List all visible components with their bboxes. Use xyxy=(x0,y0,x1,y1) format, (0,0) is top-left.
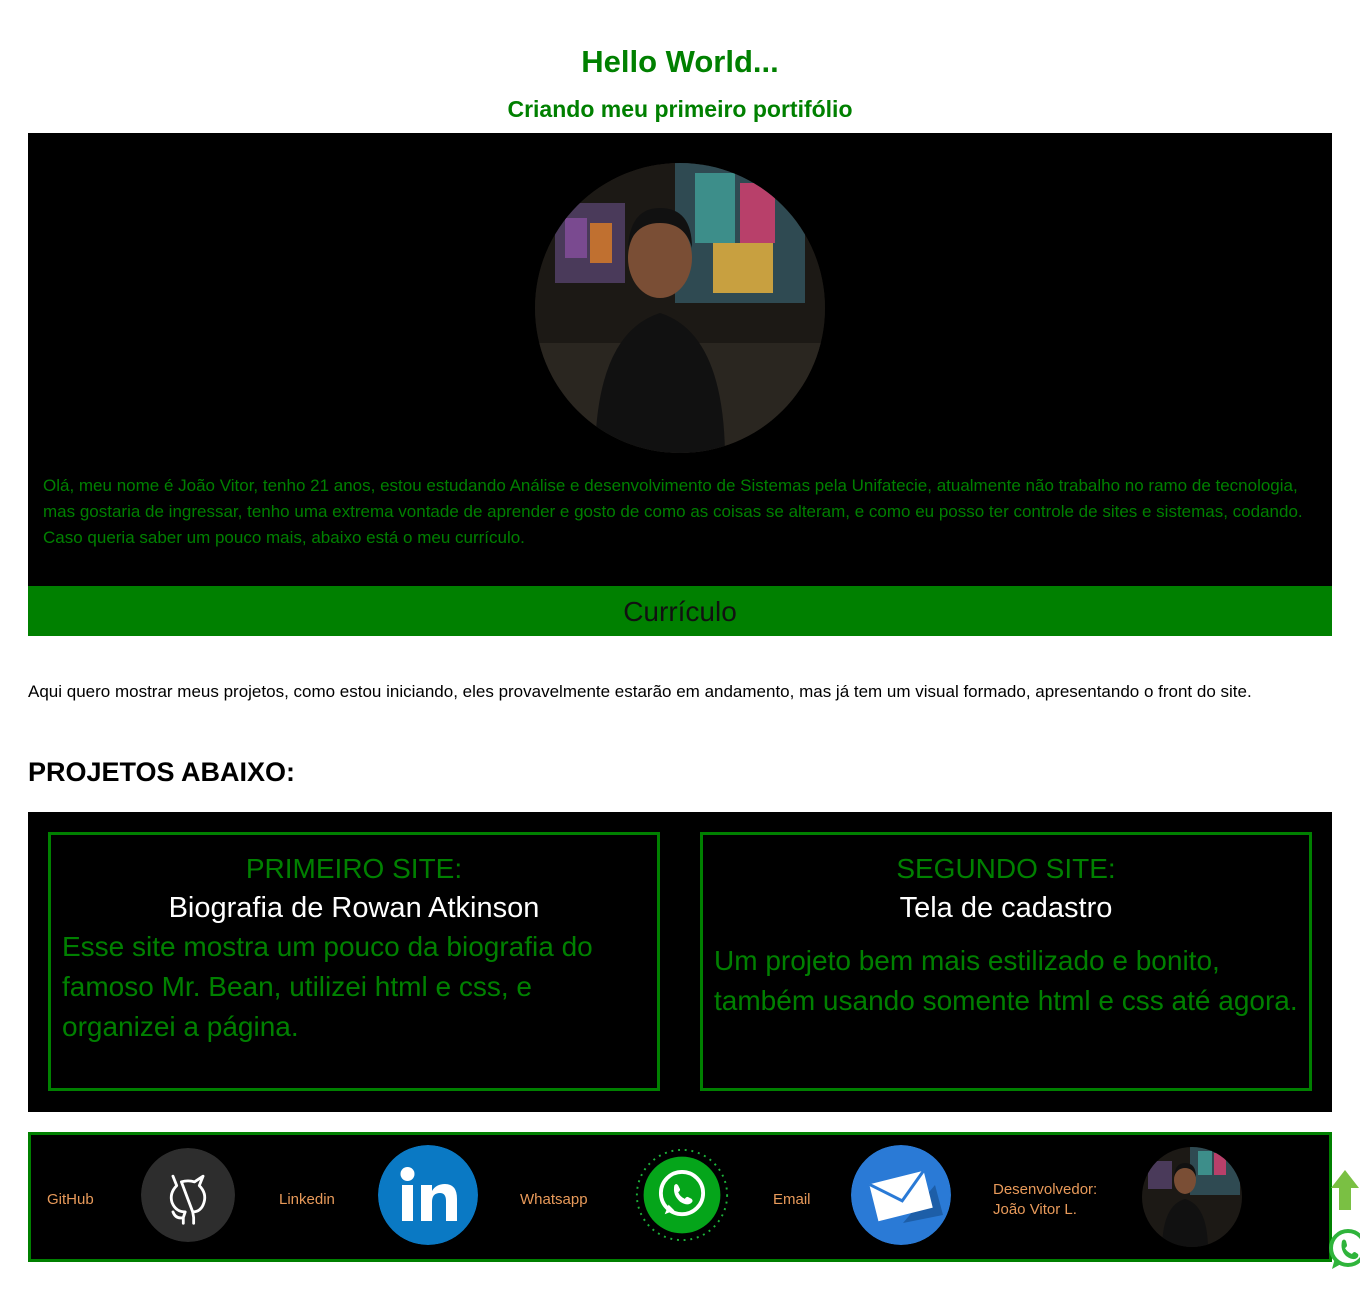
developer-name: João Vitor L. xyxy=(993,1201,1077,1218)
curriculo-bar[interactable]: Currículo xyxy=(28,586,1332,636)
developer-label: Desenvolvedor: xyxy=(993,1181,1098,1198)
page-subtitle: Criando meu primeiro portifólio xyxy=(507,96,853,122)
project-card-description: Um projeto bem mais estilizado e bonito,… xyxy=(714,945,1298,1016)
profile-photo xyxy=(535,163,825,453)
github-icon[interactable] xyxy=(141,1148,235,1242)
project-card-label: SEGUNDO SITE: xyxy=(896,853,1116,884)
project-card-1[interactable]: PRIMEIRO SITE: Biografia de Rowan Atkins… xyxy=(48,832,660,1091)
projects-section: PRIMEIRO SITE: Biografia de Rowan Atkins… xyxy=(28,812,1332,1112)
project-card-label: PRIMEIRO SITE: xyxy=(245,853,463,884)
about-section: Olá, meu nome é João Vitor, tenho 21 ano… xyxy=(28,133,1332,586)
projects-intro: Aqui quero mostrar meus projetos, como e… xyxy=(28,682,1252,701)
project-card-name: Biografia de Rowan Atkinson xyxy=(168,892,540,924)
project-card-name: Tela de cadastro xyxy=(899,892,1113,924)
whatsapp-icon[interactable] xyxy=(634,1147,730,1243)
about-text: Olá, meu nome é João Vitor, tenho 21 ano… xyxy=(43,476,1303,547)
project-card-2[interactable]: SEGUNDO SITE: Tela de cadastro Um projet… xyxy=(700,832,1312,1091)
github-label: GitHub xyxy=(47,1191,94,1208)
projects-heading: PROJETOS ABAIXO: xyxy=(28,757,296,787)
developer-avatar xyxy=(1142,1147,1242,1247)
linkedin-label: Linkedin xyxy=(279,1191,335,1208)
floating-whatsapp-button[interactable] xyxy=(1326,1226,1360,1272)
project-card-description: Esse site mostra um pouco da biografia d… xyxy=(62,931,593,1042)
email-icon[interactable] xyxy=(851,1145,951,1245)
back-to-top-button[interactable] xyxy=(1330,1168,1360,1212)
whatsapp-label: Whatsapp xyxy=(520,1191,588,1208)
page-title: Hello World... xyxy=(581,44,779,79)
linkedin-icon[interactable] xyxy=(378,1145,478,1245)
email-label: Email xyxy=(773,1191,811,1208)
footer: GitHub Linkedin Whatsapp Email Desenvolv… xyxy=(28,1132,1332,1262)
